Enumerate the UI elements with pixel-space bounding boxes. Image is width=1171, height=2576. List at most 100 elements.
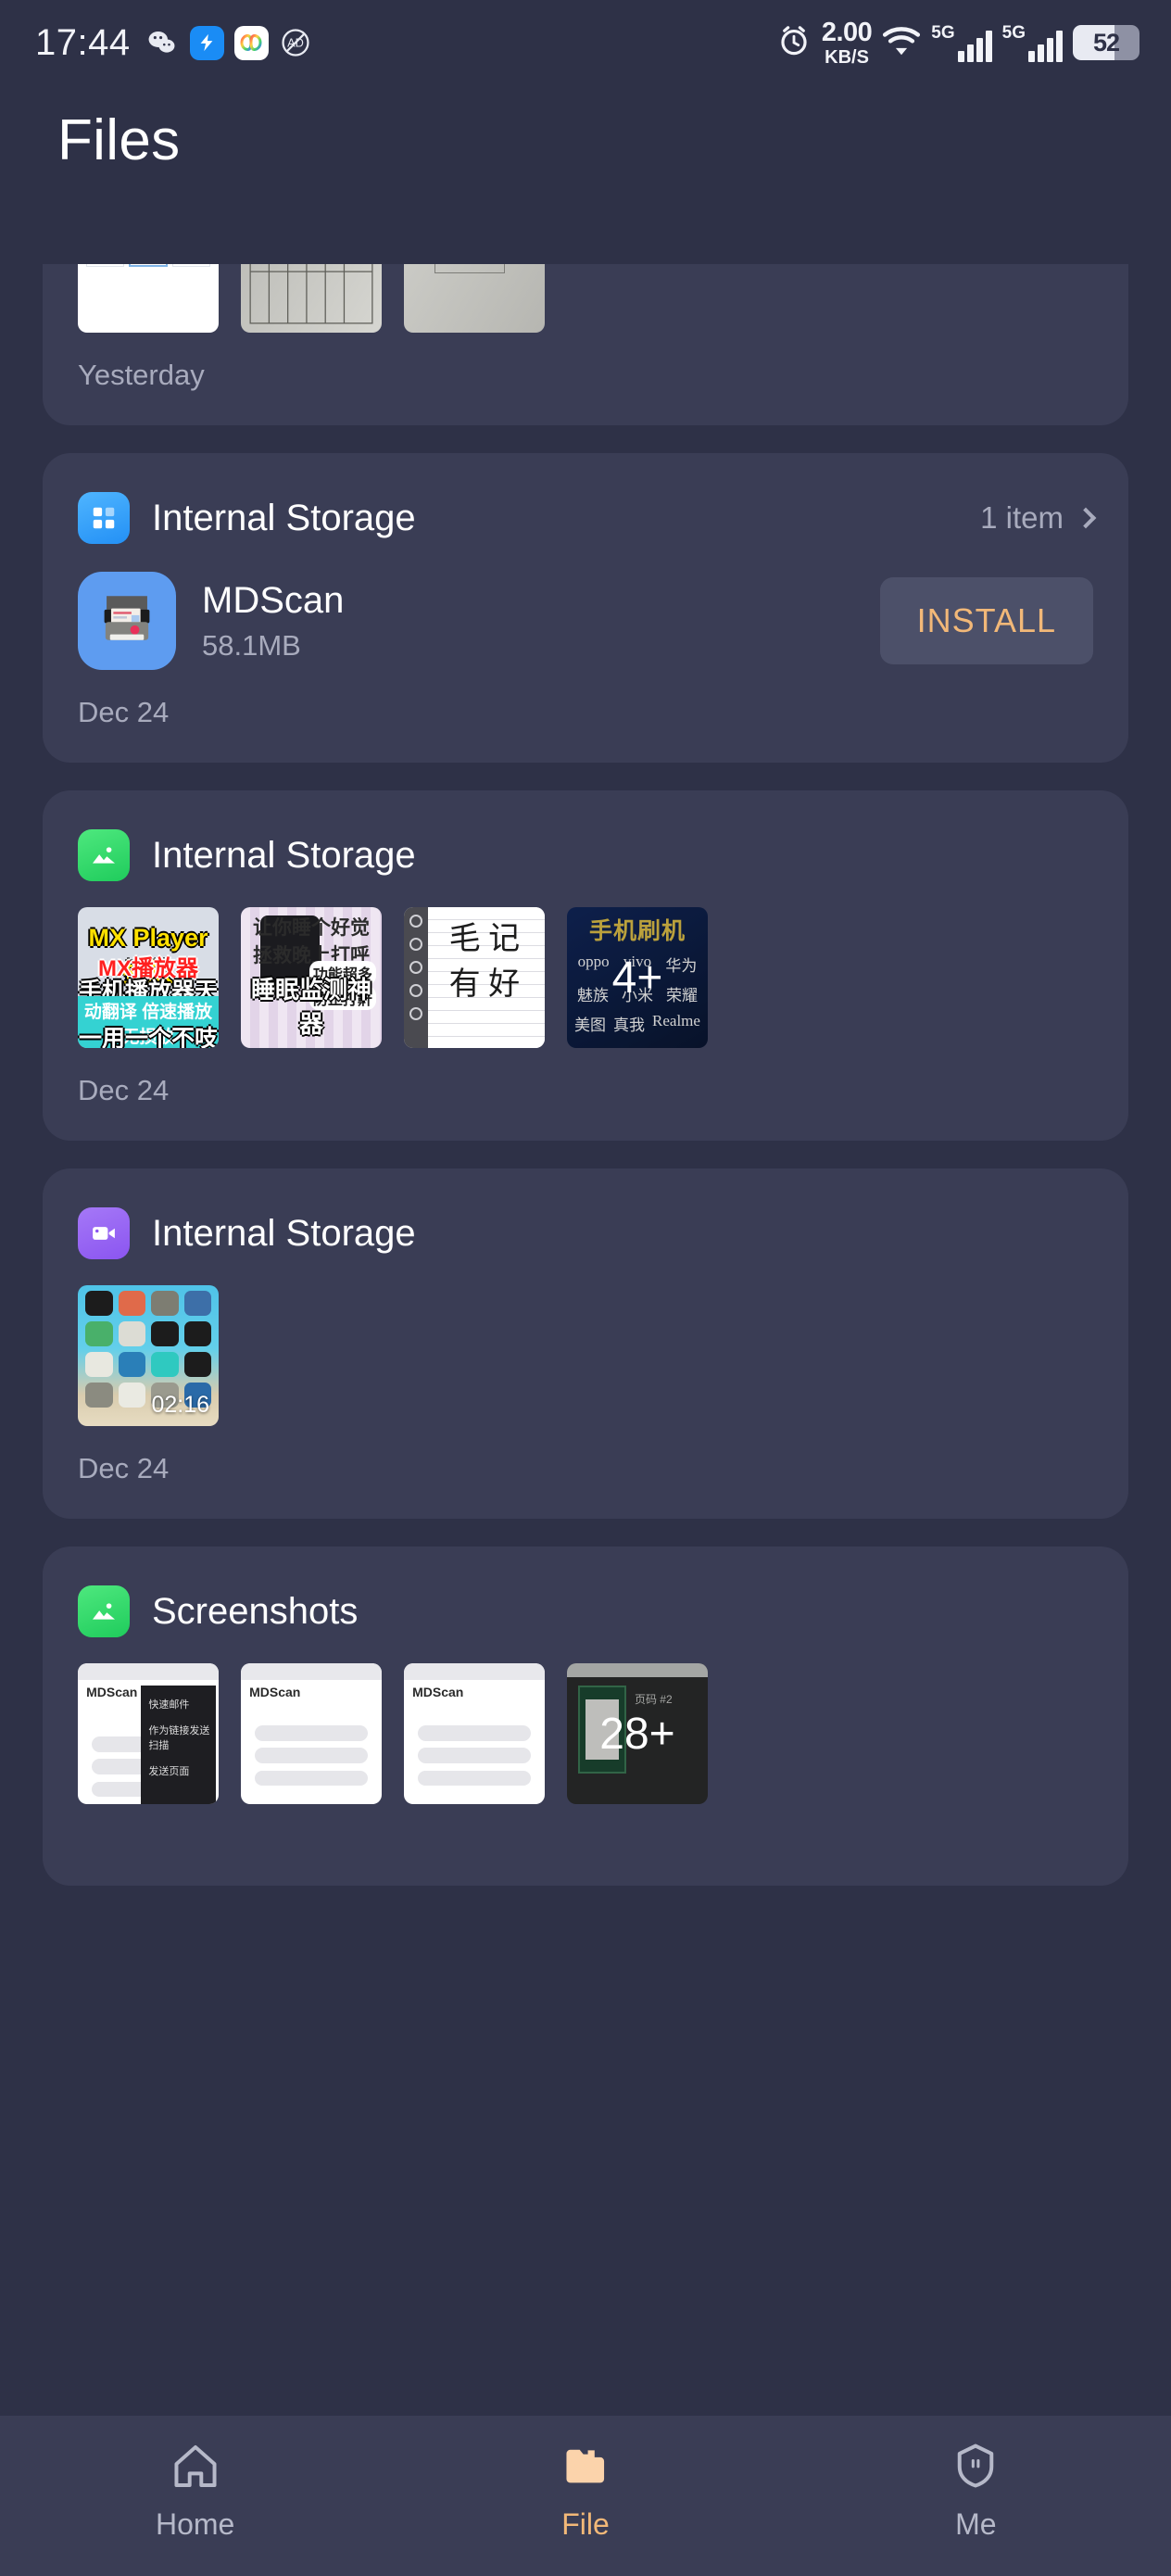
house-icon [170, 2440, 221, 2496]
app-name: MDScan [202, 579, 345, 621]
colorful-app-icon [233, 25, 269, 60]
nav-item-home[interactable]: Home [0, 2440, 390, 2542]
section-date-label [43, 1804, 1128, 1886]
section-date-label: Dec 24 [78, 1452, 170, 1484]
nav-label-me: Me [955, 2507, 997, 2541]
thumb-pill [418, 1724, 531, 1741]
sim2-network-label: 5G [1001, 22, 1026, 43]
status-bar-app-icons: AD [145, 25, 313, 60]
thumb-text-line: 让你睡个好觉 拯救晚上打呼 [253, 917, 370, 967]
file-sections-scroll[interactable]: Yesterday Internal Storage 1 item MDScan… [0, 264, 1171, 2416]
section-card-internal-storage-video[interactable]: Internal Storage 02:16 Dec 24 [43, 1168, 1128, 1519]
section-card-internal-storage-apk[interactable]: Internal Storage 1 item MDScan 58.1MB IN… [43, 453, 1128, 763]
scanned-paper-art [434, 264, 506, 274]
section-header[interactable]: Internal Storage [43, 790, 1128, 881]
section-item-count: 1 item [980, 500, 1064, 535]
status-bar: 17:44 AD 2.00 KB/S 5G 5G 52 [0, 0, 1171, 85]
thumbnail-item[interactable]: MDScan [404, 1663, 545, 1804]
thumb-page-art: 毛 记 有 好 [428, 907, 545, 1048]
network-speed: 2.00 KB/S [821, 17, 873, 68]
status-bar-clock: 17:44 [35, 21, 131, 63]
thumb-pill [255, 1770, 368, 1787]
svg-text:AD: AD [287, 35, 304, 49]
section-title: Screenshots [152, 1590, 359, 1632]
thumbnail-item[interactable]: MDScan [241, 1663, 382, 1804]
section-date-label: Dec 24 [78, 1074, 170, 1106]
thumb-text-line: 睡眠监测神器 [250, 975, 371, 1038]
thumbnail-item[interactable]: 让你睡个好觉 拯救晚上打呼 功能超多 防止打鼾 睡眠监测神器 [241, 907, 382, 1048]
install-button[interactable]: INSTALL [879, 577, 1093, 664]
section-title: Internal Storage [152, 497, 416, 538]
video-duration: 02:16 [151, 1392, 209, 1418]
section-header[interactable]: Internal Storage 1 item [43, 453, 1128, 544]
thumbnail-item[interactable] [241, 264, 382, 333]
section-meta[interactable]: 1 item [980, 500, 1097, 536]
sim2-signal: 5G [1002, 24, 1063, 62]
battery-percent: 52 [1092, 28, 1120, 57]
thumb-text-line: MDScan [412, 1684, 464, 1699]
thumbnail-item[interactable]: 02:16 [78, 1285, 219, 1426]
folder-icon [560, 2440, 611, 2496]
thumb-topbar [241, 1663, 382, 1681]
section-card-internal-storage-images[interactable]: Internal Storage MX Player播放 MX播放器 手机播放器… [43, 790, 1128, 1141]
app-size: 58.1MB [202, 628, 301, 662]
wechat-icon [145, 26, 180, 60]
section-card-screenshots[interactable]: Screenshots MDScan 快速邮件 作为链接发送扫描 发送页面 MD… [43, 1547, 1128, 1886]
thumb-topbar [78, 1663, 219, 1681]
app-info: MDScan 58.1MB [202, 580, 344, 663]
bottom-navigation: Home File Me [0, 2416, 1171, 2576]
adblock-icon: AD [279, 26, 313, 60]
sim1-network-label: 5G [931, 22, 955, 43]
person-shield-icon [950, 2440, 1001, 2496]
network-speed-value: 2.00 [821, 17, 873, 47]
section-date-label: Dec 24 [78, 696, 170, 728]
sim2-bars-icon [1028, 30, 1063, 62]
chevron-right-icon[interactable] [1075, 507, 1097, 529]
scanned-form-art [249, 264, 373, 324]
thumb-toolbar-art [404, 907, 428, 1048]
thumbnail-item[interactable]: 页码 #2 28+ [567, 1663, 708, 1804]
section-title: Internal Storage [152, 1212, 416, 1254]
scanner-icon [78, 572, 176, 670]
image-mountain-icon [78, 829, 130, 881]
thumb-menu-item: 快速邮件 [148, 1699, 190, 1711]
thumbnail-item[interactable] [404, 264, 545, 333]
thumbnail-strip: MDScan 快速邮件 作为链接发送扫描 发送页面 MDScan MDScan … [43, 1637, 1128, 1804]
wifi-icon [882, 25, 921, 61]
thumb-context-menu: 快速邮件 作为链接发送扫描 发送页面 [141, 1686, 216, 1804]
section-card-yesterday[interactable]: Yesterday [43, 264, 1128, 425]
section-header[interactable]: Internal Storage [43, 1168, 1128, 1259]
section-title: Internal Storage [152, 834, 416, 876]
thumb-pill [255, 1748, 368, 1763]
thumb-pill [418, 1748, 531, 1763]
section-header[interactable]: Screenshots [43, 1547, 1128, 1637]
nav-item-me[interactable]: Me [781, 2440, 1171, 2542]
thumbnail-more-count[interactable]: 28+ [567, 1663, 708, 1804]
thumbnail-item[interactable]: MDScan 快速邮件 作为链接发送扫描 发送页面 [78, 1663, 219, 1804]
sim1-signal: 5G [931, 22, 992, 62]
thumbnail-strip [43, 264, 1128, 333]
page-title: Files [57, 108, 181, 172]
thumb-pill [418, 1770, 531, 1787]
thumbnail-strip: MX Player播放 MX播放器 手机播放器天花板 动翻译 倍速播放 无损放 … [43, 881, 1128, 1048]
thumbnail-item[interactable]: 手机刷机 oppo vivo 华为 魅族 小米 荣耀 美图 真我 Realme … [567, 907, 708, 1048]
thumbnail-more-count[interactable]: 4+ [567, 907, 708, 1048]
section-date-label: Yesterday [78, 359, 205, 391]
thumb-topbar [404, 1663, 545, 1681]
thumbnail-item[interactable]: 毛 记 有 好 [404, 907, 545, 1048]
blue-bolt-app-icon [189, 25, 224, 60]
nav-label-home: Home [155, 2507, 235, 2541]
network-speed-unit: KB/S [825, 46, 869, 68]
thumbnail-item[interactable] [78, 264, 219, 333]
thumbnail-item[interactable]: MX Player播放 MX播放器 手机播放器天花板 动翻译 倍速播放 无损放 … [78, 907, 219, 1048]
thumb-text-line: MDScan [249, 1684, 301, 1699]
thumb-text-line: MDScan [86, 1684, 138, 1699]
app-list-item[interactable]: MDScan 58.1MB INSTALL [43, 544, 1128, 670]
thumb-menu-item: 发送页面 [148, 1766, 190, 1778]
thumb-pill [255, 1724, 368, 1741]
apps-grid-icon [78, 492, 130, 544]
nav-item-file[interactable]: File [390, 2440, 780, 2542]
status-bar-left: 17:44 AD [35, 22, 313, 64]
thumb-appgrid-art [85, 1291, 211, 1408]
thumb-ink-text: 毛 记 有 好 [448, 922, 521, 1003]
